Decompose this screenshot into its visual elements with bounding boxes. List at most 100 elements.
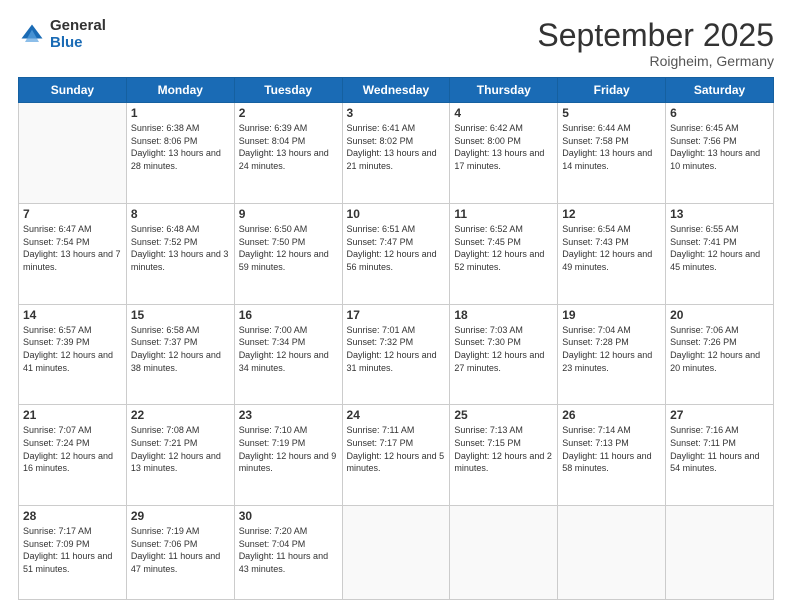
day-info: Sunrise: 7:08 AM Sunset: 7:21 PM Dayligh…: [131, 424, 230, 474]
day-info: Sunrise: 6:52 AM Sunset: 7:45 PM Dayligh…: [454, 223, 553, 273]
day-info: Sunrise: 6:41 AM Sunset: 8:02 PM Dayligh…: [347, 122, 446, 172]
page: General Blue September 2025 Roigheim, Ge…: [0, 0, 792, 612]
day-number: 22: [131, 408, 230, 422]
calendar-cell: 7 Sunrise: 6:47 AM Sunset: 7:54 PM Daylig…: [19, 203, 127, 304]
calendar-week-3: 21 Sunrise: 7:07 AM Sunset: 7:24 PM Dayli…: [19, 405, 774, 506]
calendar-cell: 4 Sunrise: 6:42 AM Sunset: 8:00 PM Daylig…: [450, 103, 558, 204]
day-number: 2: [239, 106, 338, 120]
day-number: 3: [347, 106, 446, 120]
calendar-cell: 22 Sunrise: 7:08 AM Sunset: 7:21 PM Dayli…: [126, 405, 234, 506]
day-number: 23: [239, 408, 338, 422]
day-number: 4: [454, 106, 553, 120]
day-info: Sunrise: 7:13 AM Sunset: 7:15 PM Dayligh…: [454, 424, 553, 474]
day-info: Sunrise: 7:17 AM Sunset: 7:09 PM Dayligh…: [23, 525, 122, 575]
calendar-week-4: 28 Sunrise: 7:17 AM Sunset: 7:09 PM Dayli…: [19, 506, 774, 600]
day-number: 29: [131, 509, 230, 523]
day-number: 7: [23, 207, 122, 221]
day-number: 19: [562, 308, 661, 322]
day-info: Sunrise: 6:39 AM Sunset: 8:04 PM Dayligh…: [239, 122, 338, 172]
logo-text: General Blue: [50, 18, 106, 51]
logo: General Blue: [18, 18, 106, 51]
logo-icon: [18, 21, 46, 49]
calendar-cell: 21 Sunrise: 7:07 AM Sunset: 7:24 PM Dayli…: [19, 405, 127, 506]
day-info: Sunrise: 6:47 AM Sunset: 7:54 PM Dayligh…: [23, 223, 122, 273]
day-number: 21: [23, 408, 122, 422]
day-info: Sunrise: 6:38 AM Sunset: 8:06 PM Dayligh…: [131, 122, 230, 172]
day-info: Sunrise: 7:11 AM Sunset: 7:17 PM Dayligh…: [347, 424, 446, 474]
day-info: Sunrise: 7:07 AM Sunset: 7:24 PM Dayligh…: [23, 424, 122, 474]
calendar-cell: 18Sunrise: 7:03 AM Sunset: 7:30 PM Dayli…: [450, 304, 558, 405]
day-number: 27: [670, 408, 769, 422]
calendar-cell: 2 Sunrise: 6:39 AM Sunset: 8:04 PM Daylig…: [234, 103, 342, 204]
calendar-header-tuesday: Tuesday: [234, 78, 342, 103]
calendar-header-sunday: Sunday: [19, 78, 127, 103]
calendar-cell: 15 Sunrise: 6:58 AM Sunset: 7:37 PM Dayli…: [126, 304, 234, 405]
title-block: September 2025 Roigheim, Germany: [537, 18, 774, 69]
day-info: Sunrise: 6:48 AM Sunset: 7:52 PM Dayligh…: [131, 223, 230, 273]
day-info: Sunrise: 6:58 AM Sunset: 7:37 PM Dayligh…: [131, 324, 230, 374]
day-number: 16: [239, 308, 338, 322]
calendar-cell: 12Sunrise: 6:54 AM Sunset: 7:43 PM Dayli…: [558, 203, 666, 304]
day-info: Sunrise: 7:06 AM Sunset: 7:26 PM Dayligh…: [670, 324, 769, 374]
calendar-cell: 30 Sunrise: 7:20 AM Sunset: 7:04 PM Dayli…: [234, 506, 342, 600]
day-number: 18: [454, 308, 553, 322]
day-number: 17: [347, 308, 446, 322]
day-info: Sunrise: 7:04 AM Sunset: 7:28 PM Dayligh…: [562, 324, 661, 374]
calendar-header-saturday: Saturday: [666, 78, 774, 103]
day-info: Sunrise: 7:10 AM Sunset: 7:19 PM Dayligh…: [239, 424, 338, 474]
logo-general: General: [50, 18, 106, 35]
calendar-cell: [450, 506, 558, 600]
day-number: 1: [131, 106, 230, 120]
calendar-cell: 27 Sunrise: 7:16 AM Sunset: 7:11 PM Dayli…: [666, 405, 774, 506]
day-number: 8: [131, 207, 230, 221]
day-number: 11: [454, 207, 553, 221]
day-number: 5: [562, 106, 661, 120]
calendar-cell: 3 Sunrise: 6:41 AM Sunset: 8:02 PM Daylig…: [342, 103, 450, 204]
calendar-cell: 11 Sunrise: 6:52 AM Sunset: 7:45 PM Dayli…: [450, 203, 558, 304]
calendar-cell: 26 Sunrise: 7:14 AM Sunset: 7:13 PM Dayli…: [558, 405, 666, 506]
calendar-cell: 5 Sunrise: 6:44 AM Sunset: 7:58 PM Daylig…: [558, 103, 666, 204]
calendar-cell: [666, 506, 774, 600]
calendar-week-2: 14 Sunrise: 6:57 AM Sunset: 7:39 PM Dayli…: [19, 304, 774, 405]
calendar-cell: 29 Sunrise: 7:19 AM Sunset: 7:06 PM Dayli…: [126, 506, 234, 600]
calendar-cell: 9Sunrise: 6:50 AM Sunset: 7:50 PM Daylig…: [234, 203, 342, 304]
calendar-cell: 6Sunrise: 6:45 AM Sunset: 7:56 PM Daylig…: [666, 103, 774, 204]
calendar-cell: 16Sunrise: 7:00 AM Sunset: 7:34 PM Dayli…: [234, 304, 342, 405]
day-info: Sunrise: 6:55 AM Sunset: 7:41 PM Dayligh…: [670, 223, 769, 273]
calendar-cell: [342, 506, 450, 600]
title-location: Roigheim, Germany: [537, 53, 774, 69]
title-month: September 2025: [537, 18, 774, 53]
day-number: 15: [131, 308, 230, 322]
calendar-header-friday: Friday: [558, 78, 666, 103]
day-number: 30: [239, 509, 338, 523]
calendar-cell: 25 Sunrise: 7:13 AM Sunset: 7:15 PM Dayli…: [450, 405, 558, 506]
day-number: 10: [347, 207, 446, 221]
calendar-cell: 14 Sunrise: 6:57 AM Sunset: 7:39 PM Dayli…: [19, 304, 127, 405]
calendar-cell: 17 Sunrise: 7:01 AM Sunset: 7:32 PM Dayli…: [342, 304, 450, 405]
calendar-cell: 8 Sunrise: 6:48 AM Sunset: 7:52 PM Daylig…: [126, 203, 234, 304]
calendar-cell: 10Sunrise: 6:51 AM Sunset: 7:47 PM Dayli…: [342, 203, 450, 304]
calendar-header-row: SundayMondayTuesdayWednesdayThursdayFrid…: [19, 78, 774, 103]
day-info: Sunrise: 6:42 AM Sunset: 8:00 PM Dayligh…: [454, 122, 553, 172]
day-info: Sunrise: 6:45 AM Sunset: 7:56 PM Dayligh…: [670, 122, 769, 172]
day-number: 28: [23, 509, 122, 523]
logo-blue: Blue: [50, 35, 106, 52]
day-number: 25: [454, 408, 553, 422]
day-info: Sunrise: 6:54 AM Sunset: 7:43 PM Dayligh…: [562, 223, 661, 273]
day-info: Sunrise: 7:16 AM Sunset: 7:11 PM Dayligh…: [670, 424, 769, 474]
day-number: 26: [562, 408, 661, 422]
calendar-header-wednesday: Wednesday: [342, 78, 450, 103]
calendar-cell: 20 Sunrise: 7:06 AM Sunset: 7:26 PM Dayli…: [666, 304, 774, 405]
day-number: 13: [670, 207, 769, 221]
calendar-table: SundayMondayTuesdayWednesdayThursdayFrid…: [18, 77, 774, 600]
day-number: 14: [23, 308, 122, 322]
calendar-week-0: 1 Sunrise: 6:38 AM Sunset: 8:06 PM Daylig…: [19, 103, 774, 204]
day-info: Sunrise: 7:19 AM Sunset: 7:06 PM Dayligh…: [131, 525, 230, 575]
calendar-cell: [19, 103, 127, 204]
day-info: Sunrise: 7:20 AM Sunset: 7:04 PM Dayligh…: [239, 525, 338, 575]
day-info: Sunrise: 7:01 AM Sunset: 7:32 PM Dayligh…: [347, 324, 446, 374]
day-info: Sunrise: 6:57 AM Sunset: 7:39 PM Dayligh…: [23, 324, 122, 374]
day-number: 20: [670, 308, 769, 322]
day-info: Sunrise: 6:44 AM Sunset: 7:58 PM Dayligh…: [562, 122, 661, 172]
day-info: Sunrise: 7:14 AM Sunset: 7:13 PM Dayligh…: [562, 424, 661, 474]
